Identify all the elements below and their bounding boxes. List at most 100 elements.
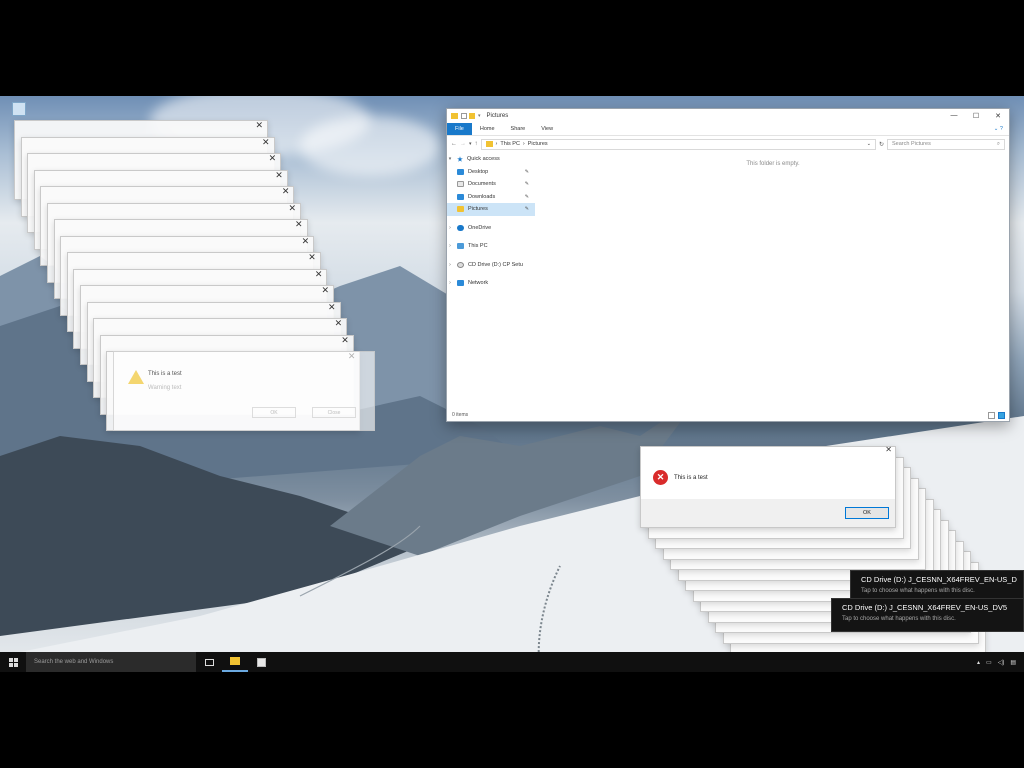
nav-desktop-label: Desktop [468,168,489,175]
taskbar: Search the web and Windows ▴ ▭ ◁) ▤ [0,652,1024,672]
maximize-icon[interactable]: ☐ [965,112,987,120]
details-view-icon[interactable] [988,412,995,419]
tab-home[interactable]: Home [472,123,503,135]
system-tray: ▴ ▭ ◁) ▤ [977,659,1024,666]
close-icon[interactable]: ✕ [987,112,1009,120]
expand-chevron-icon[interactable]: › [447,243,453,249]
empty-folder-message: This folder is empty. [746,161,800,167]
back-icon[interactable]: ← [451,141,457,147]
store-icon [256,657,266,667]
expand-chevron-icon[interactable]: › [447,225,453,231]
computer-icon [457,243,464,250]
ribbon-expand-icon[interactable]: ⌄ ? [986,123,1009,135]
autoplay-notification[interactable]: CD Drive (D:) J_CESNN_X64FREV_EN-US_DV5 … [831,598,1024,632]
task-view-button[interactable] [196,652,222,672]
volume-icon[interactable]: ◁) [998,659,1005,666]
notification-subtitle: Tap to choose what happens with this dis… [861,588,975,594]
nav-cd-drive[interactable]: › CD Drive (D:) CP Setu [447,259,535,272]
breadcrumb-pictures[interactable]: Pictures [528,141,548,147]
tab-file[interactable]: File [447,123,472,135]
nav-downloads[interactable]: Downloads ✎ [447,191,535,204]
expand-chevron-icon[interactable]: › [447,280,453,286]
forward-icon[interactable]: → [460,141,466,147]
large-icons-view-icon[interactable] [998,412,1005,419]
recent-chevron-icon[interactable]: ▾ [469,141,472,147]
cd-drive-icon [457,261,464,268]
dialog-close-icon[interactable]: ✕ [341,335,349,346]
network-tray-icon[interactable]: ▭ [986,659,992,666]
nav-onedrive[interactable]: › OneDrive [447,222,535,235]
search-input[interactable]: Search Pictures ⌕ [887,138,1005,150]
nav-desktop[interactable]: Desktop ✎ [447,166,535,179]
expand-chevron-icon[interactable]: › [447,262,453,268]
dialog-close-icon[interactable]: ✕ [302,236,310,247]
dialog-close-icon[interactable]: ✕ [288,203,296,214]
dialog-close-icon[interactable]: ✕ [335,318,343,329]
dialog-close-icon[interactable]: ✕ [269,153,277,164]
desktop[interactable]: ✕ ✕ ✕ ✕ ✕ ✕ ✕ ✕ ✕ ✕ ✕ ✕ ✕ ✕ ✕ This is a test Warning t… [0,96,1024,672]
dialog-close-icon[interactable]: ✕ [255,120,263,131]
dialog-close-icon[interactable]: ✕ [275,170,283,181]
properties-icon[interactable] [461,113,467,119]
pin-icon[interactable]: ✎ [525,181,529,187]
breadcrumb-separator-icon: › [522,141,525,147]
dialog-close-icon[interactable]: ✕ [295,219,303,230]
star-icon [457,156,463,162]
show-hidden-icons-icon[interactable]: ▴ [977,659,980,666]
folder-icon [451,113,458,119]
nav-documents[interactable]: Documents ✎ [447,178,535,191]
ok-button[interactable]: OK [845,507,889,519]
nav-pictures[interactable]: Pictures ✎ [447,203,535,216]
refresh-icon[interactable]: ↻ [879,141,884,148]
notification-title: CD Drive (D:) J_CESNN_X64FREV_EN-US_DV5 [842,603,1008,612]
pictures-icon [457,206,464,213]
address-dropdown-icon[interactable]: ⌄ [867,141,871,147]
dialog-close-icon[interactable]: ✕ [885,445,892,454]
pin-icon[interactable]: ✎ [525,194,529,200]
tab-view[interactable]: View [533,123,561,135]
dialog-close-icon[interactable]: ✕ [328,302,336,313]
pin-icon[interactable]: ✎ [525,169,529,175]
navigation-pane: ▾ Quick access Desktop ✎ Documents ✎ Dow… [447,153,535,403]
file-explorer-taskbar-button[interactable] [222,652,248,672]
dialog-close-icon[interactable]: ✕ [282,186,290,197]
store-taskbar-button[interactable] [248,652,274,672]
quick-access-toolbar-chevron-icon[interactable]: ▾ [478,113,481,119]
taskbar-search-box[interactable]: Search the web and Windows [26,652,196,672]
recycle-bin-icon[interactable] [12,102,26,116]
network-icon [457,280,464,287]
error-dialog[interactable]: ✕ ✕ This is a test OK [640,445,896,528]
warning-dialog[interactable]: This is a test Warning text OK Close [113,351,375,431]
nav-this-pc[interactable]: › This PC [447,240,535,253]
dialog-close-icon[interactable]: ✕ [321,285,329,296]
breadcrumb-this-pc[interactable]: This PC [500,141,520,147]
dialog-close-icon[interactable]: ✕ [308,252,316,263]
action-center-icon[interactable]: ▤ [1010,659,1016,666]
new-folder-icon[interactable] [469,113,475,119]
tab-share[interactable]: Share [503,123,534,135]
search-icon: ⌕ [996,140,1000,147]
file-explorer-window[interactable]: ▾ Pictures — ☐ ✕ File Home Share View ⌄ … [446,108,1010,422]
pin-icon[interactable]: ✎ [525,206,529,212]
nav-cd-drive-label: CD Drive (D:) CP Setu [468,261,523,268]
minimize-icon[interactable]: — [943,112,965,120]
nav-this-pc-label: This PC [468,243,488,250]
nav-quick-access[interactable]: ▾ Quick access [447,153,535,166]
dialog-close-icon[interactable]: ✕ [262,137,270,148]
warning-close-button[interactable]: Close [312,407,356,418]
dialog-close-icon[interactable]: ✕ [315,269,323,280]
start-button[interactable] [0,652,26,672]
explorer-titlebar[interactable]: ▾ Pictures — ☐ ✕ [447,109,1009,123]
nav-network[interactable]: › Network [447,277,535,290]
nav-network-label: Network [468,280,489,287]
up-icon[interactable]: ↑ [475,141,478,147]
search-placeholder: Search Pictures [892,141,931,147]
view-switcher [988,412,1005,419]
windows-logo-icon [8,657,18,667]
pictures-folder-icon [485,141,493,147]
address-bar[interactable]: › This PC › Pictures ⌄ [480,138,876,150]
nav-pictures-label: Pictures [468,206,488,213]
warning-ok-button[interactable]: OK [252,407,296,418]
expand-chevron-icon[interactable]: ▾ [447,156,453,162]
documents-icon [457,181,464,188]
